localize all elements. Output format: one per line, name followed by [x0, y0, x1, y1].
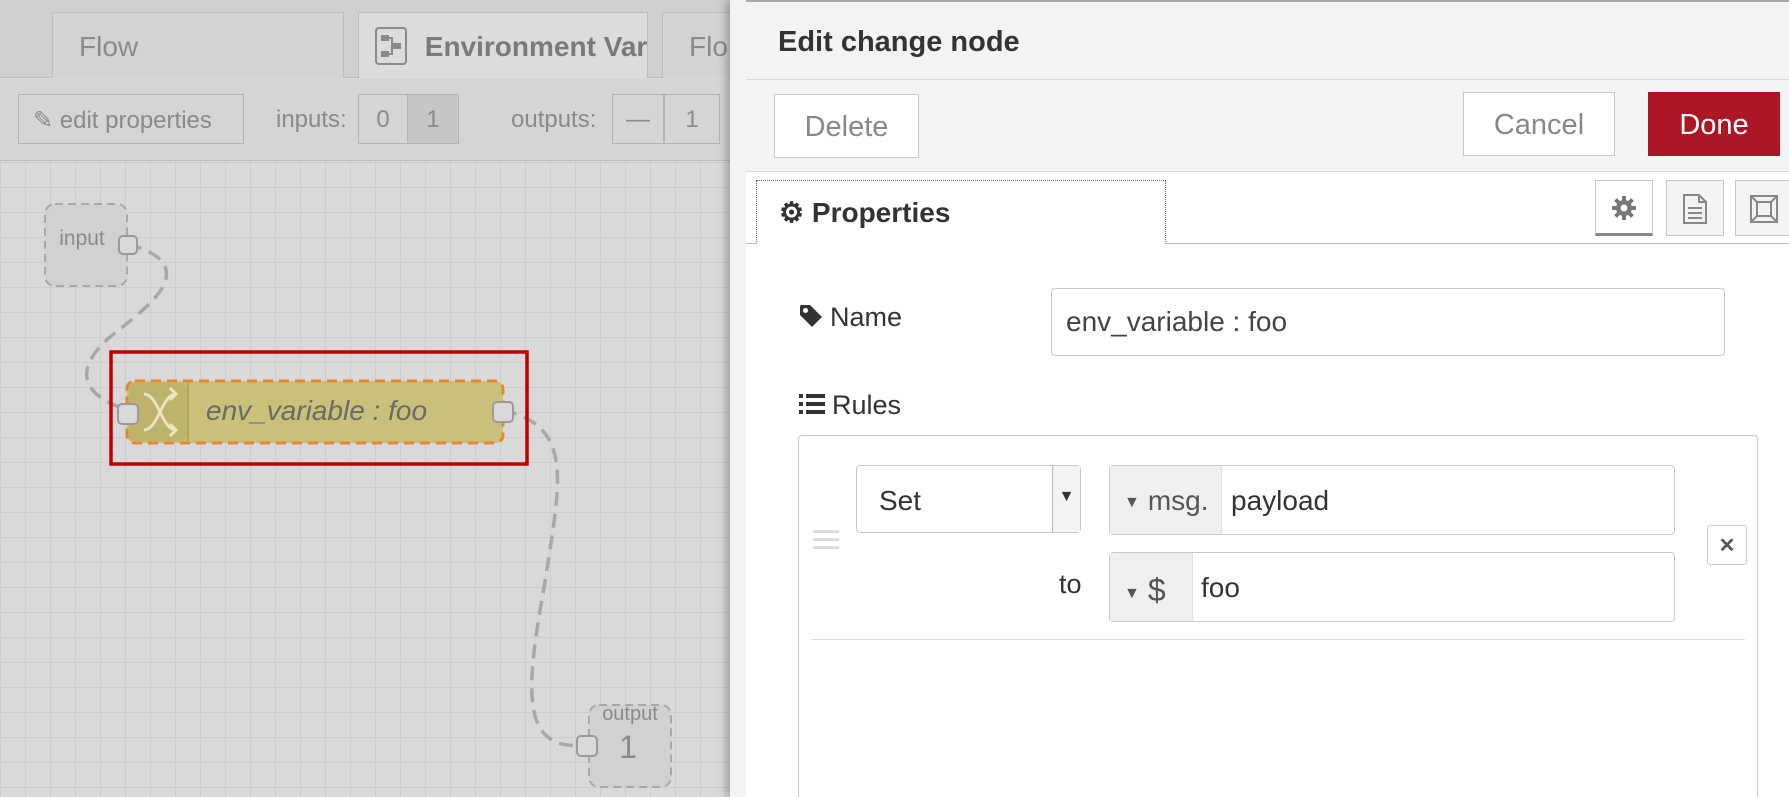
cancel-button[interactable]: Cancel	[1463, 92, 1615, 156]
rule-property-input[interactable]: ▼ msg. payload	[1109, 465, 1675, 535]
property-type-selector[interactable]: ▼ msg.	[1110, 466, 1222, 534]
output-node-port[interactable]	[576, 735, 598, 757]
list-icon	[799, 394, 825, 414]
subflow-icon	[375, 26, 407, 65]
gear-icon	[1612, 196, 1636, 220]
name-field-label: Name	[798, 302, 902, 333]
change-node[interactable]: env_variable : foo	[117, 379, 514, 445]
tab-flow-2-label: Flo	[689, 31, 728, 62]
tab-environment-variables[interactable]: Environment Vari	[358, 12, 648, 78]
edit-properties-button[interactable]: ✎ edit properties	[18, 94, 244, 144]
flow-canvas[interactable]: input env_variable : foo output 1	[0, 162, 730, 797]
inputs-option-1[interactable]: 1	[407, 94, 459, 144]
tab-properties-label: Properties	[811, 197, 951, 228]
document-icon	[1683, 194, 1707, 224]
change-node-input-port[interactable]	[117, 403, 139, 425]
remove-rule-button[interactable]: ✕	[1707, 525, 1747, 565]
tag-icon	[800, 305, 822, 327]
gear-icon: ⚙	[779, 197, 805, 228]
tray-tab-row: ⚙ Properties	[746, 172, 1789, 244]
change-node-label: env_variable : foo	[206, 395, 427, 426]
value-text: foo	[1201, 572, 1240, 603]
env-variable-type-label: $	[1147, 572, 1166, 608]
tray-title: Edit change node	[778, 26, 1020, 58]
outputs-value[interactable]: 1	[664, 94, 720, 144]
output-node-number: 1	[619, 729, 637, 765]
output-node-label: output	[602, 703, 658, 725]
workspace-tab-bar: Flow Environment Vari Flo	[0, 0, 730, 78]
input-port-node[interactable]: input	[44, 203, 138, 287]
to-label: to	[1059, 569, 1082, 599]
property-value: payload	[1231, 485, 1330, 516]
subflow-toolbar: ✎ edit properties inputs: 0 1 outputs: —…	[0, 79, 730, 161]
rule-action-value: Set	[879, 485, 922, 516]
tab-flow-2[interactable]: Flo	[662, 12, 730, 78]
done-button[interactable]: Done	[1648, 92, 1780, 156]
output-port-node[interactable]: output 1	[576, 703, 672, 788]
input-node-port[interactable]	[118, 235, 138, 255]
caret-down-icon: ▼	[1124, 584, 1140, 602]
outputs-decrement-button[interactable]: —	[612, 94, 664, 144]
tab-flow[interactable]: Flow	[52, 12, 344, 78]
rule-divider	[811, 639, 1745, 640]
inputs-label: inputs:	[276, 106, 347, 133]
name-input[interactable]	[1051, 288, 1725, 356]
rule-value-input[interactable]: ▼ $ foo	[1109, 552, 1675, 622]
caret-down-icon: ▼	[1052, 466, 1080, 532]
value-type-selector[interactable]: ▼ $	[1110, 553, 1193, 621]
node-description-tab[interactable]	[1666, 180, 1724, 236]
flow-diagram: input env_variable : foo output 1	[44, 203, 672, 788]
rule-action-select[interactable]: Set ▼	[856, 465, 1081, 533]
node-settings-tab[interactable]	[1595, 180, 1653, 236]
tab-environment-variables-label: Environment Vari	[424, 31, 648, 62]
edit-properties-label: edit properties	[59, 107, 212, 134]
node-appearance-tab[interactable]	[1735, 180, 1789, 236]
name-label-text: Name	[830, 302, 903, 332]
tray-button-bar: Delete Cancel Done	[746, 80, 1789, 172]
rules-list: Set ▼ ▼ msg. payload to ▼ $ foo ✕	[798, 435, 1758, 797]
drag-handle-icon[interactable]	[813, 530, 839, 554]
tab-properties[interactable]: ⚙ Properties	[756, 180, 1166, 244]
outputs-label: outputs:	[511, 106, 597, 133]
edit-tray: Edit change node Delete Cancel Done ⚙ Pr…	[730, 0, 1789, 797]
caret-down-icon: ▼	[1124, 493, 1140, 511]
tab-flow-label: Flow	[79, 31, 139, 62]
inputs-option-0[interactable]: 0	[358, 94, 408, 144]
change-node-output-port[interactable]	[492, 401, 514, 423]
appearance-icon	[1750, 195, 1778, 223]
wire-change-to-output[interactable]	[502, 408, 587, 748]
input-node-label: input	[59, 227, 105, 250]
delete-button[interactable]: Delete	[774, 94, 919, 158]
workspace: Flow Environment Vari Flo ✎ edit propert…	[0, 0, 730, 797]
close-icon: ✕	[1718, 535, 1736, 557]
rules-field-label: Rules	[798, 390, 901, 421]
tray-header: Edit change node	[746, 0, 1789, 80]
property-type-label: msg.	[1147, 485, 1209, 516]
pencil-icon: ✎	[33, 107, 54, 134]
rules-label-text: Rules	[832, 390, 902, 420]
